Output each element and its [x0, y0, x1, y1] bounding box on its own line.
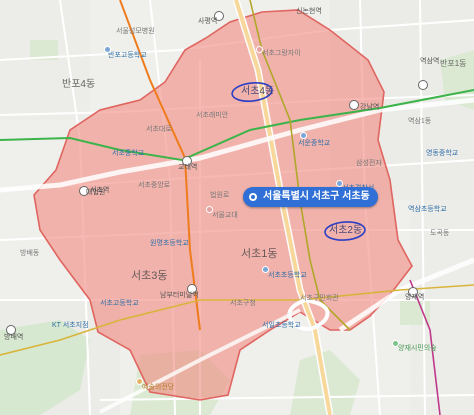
poi-label: 서초그랑자이	[262, 50, 301, 57]
station-label-sinnonhyeon: 신논현역	[296, 8, 322, 15]
region-name-label: 서울특별시 서초구 서초동	[263, 191, 370, 202]
station-label-gyodae: 교대역	[178, 164, 198, 171]
poi-label: 서일초등학교	[262, 322, 301, 329]
poi-label: 도곡동	[430, 230, 450, 237]
poi-pin[interactable]	[256, 46, 263, 53]
poi-pin[interactable]	[336, 180, 343, 187]
poi-label: 서초중학교	[112, 150, 145, 157]
poi-pin[interactable]	[104, 46, 111, 53]
station-marker-yeoksam[interactable]	[418, 80, 428, 90]
poi-label: 서초초등학교	[268, 272, 307, 279]
poi-pin[interactable]	[262, 266, 269, 273]
map-canvas[interactable]: 사평역 교대역 서초역 강남역 역삼역 양재역 방배역 남부터미널역 신논현역 …	[0, 0, 474, 415]
station-label-nambu: 남부터미널역	[160, 292, 199, 299]
poi-label: 양재시민의숲	[398, 345, 437, 352]
station-label-gangnam: 강남역	[360, 104, 380, 111]
district-label-banpo1: 반포1동	[440, 59, 467, 68]
district-label-seocho4: 서초4동	[241, 86, 275, 97]
place-label-yesuldang: 예술의전당	[142, 384, 175, 391]
place-label-civic-center: 서초구민회관	[300, 295, 339, 302]
poi-label: 법원로	[210, 192, 230, 199]
district-label-seocho2: 서초2동	[329, 225, 363, 236]
location-pin-icon	[249, 193, 257, 201]
map-base-layer	[0, 0, 474, 415]
poi-label: 서운중학교	[298, 140, 331, 147]
poi-label: 삼성전자	[356, 160, 382, 167]
place-label-yeoksam-area: 역삼1동	[408, 118, 432, 125]
place-label-kt: KT 서초지점	[52, 322, 89, 329]
station-label-yangjae: 양재역	[405, 294, 425, 301]
poi-label: 서초구청	[230, 300, 256, 307]
station-label-sapyeong: 사평역	[198, 18, 218, 25]
poi-pin[interactable]	[392, 340, 399, 347]
district-label-banpo4: 반포4동	[62, 79, 96, 90]
place-label-daebeobwon: 대법원	[86, 189, 106, 196]
poi-label: 서울성모병원	[116, 28, 155, 35]
station-marker-gangnam[interactable]	[349, 100, 359, 110]
station-label-bangbae: 방배역	[4, 334, 24, 341]
poi-pin[interactable]	[136, 378, 143, 385]
poi-label: 서울교대	[212, 212, 238, 219]
poi-pin[interactable]	[206, 206, 213, 213]
poi-pin[interactable]	[300, 132, 307, 139]
poi-label: 영동중학교	[426, 150, 459, 157]
poi-label: 방배동	[20, 250, 40, 257]
poi-label: 원명초등학교	[150, 240, 189, 247]
district-label-seocho3: 서초3동	[131, 270, 168, 282]
poi-label: 역삼초등학교	[408, 206, 447, 213]
poi-label: 반포고등학교	[108, 52, 147, 59]
poi-label: 서초래미안	[196, 112, 229, 119]
district-label-seocho1: 서초1동	[241, 248, 278, 260]
place-label-seocho-school: 서초고등학교	[100, 300, 139, 307]
station-label-yeoksam: 역삼역	[420, 58, 440, 65]
poi-label: 서초중앙로	[138, 182, 171, 189]
region-name-badge[interactable]: 서울특별시 서초구 서초동	[243, 187, 378, 207]
poi-label: 서초대로	[146, 126, 172, 133]
